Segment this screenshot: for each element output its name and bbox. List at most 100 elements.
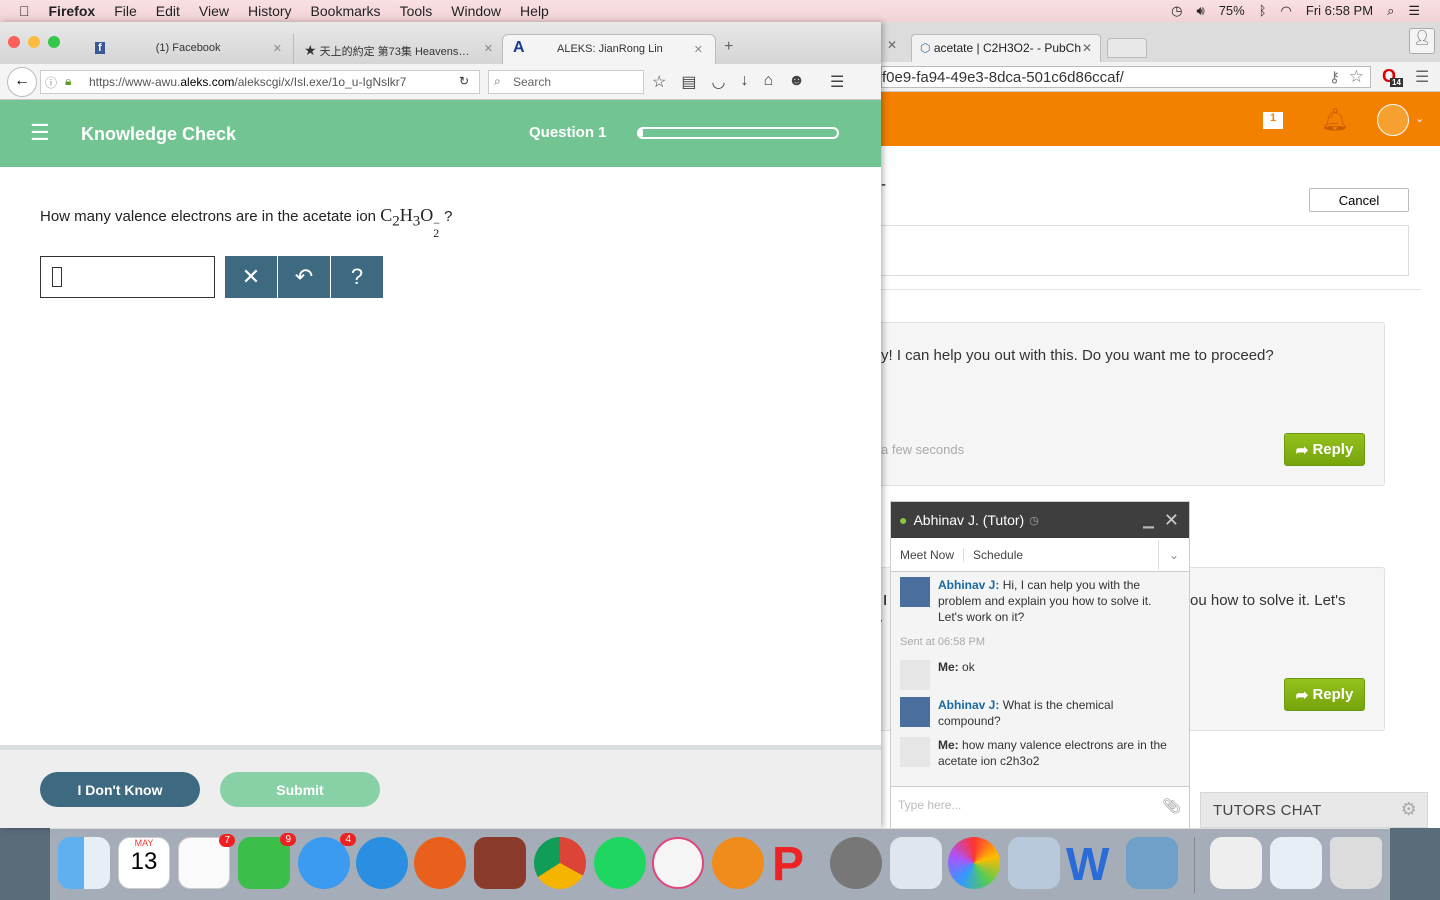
- download-icon[interactable]: ↓: [740, 72, 748, 92]
- mail-icon[interactable]: [1008, 837, 1060, 889]
- tab-close-icon[interactable]: ✕: [887, 38, 897, 52]
- key-icon[interactable]: ⚷: [1329, 68, 1340, 86]
- new-tab-button[interactable]: [1107, 38, 1147, 58]
- undo-button[interactable]: ↶: [278, 256, 330, 298]
- bluetooth-icon[interactable]: ᛒ: [1259, 3, 1267, 19]
- photos-icon[interactable]: [948, 837, 1000, 889]
- meet-now-button[interactable]: Meet Now: [891, 547, 965, 562]
- notification-center-icon[interactable]: ☰: [1408, 3, 1420, 19]
- chat-input[interactable]: Type here... 📎︎: [891, 786, 1189, 828]
- help-button[interactable]: ?: [331, 256, 383, 298]
- tab-facebook[interactable]: f (1) Facebook ✕: [85, 34, 292, 64]
- menu-bookmarks[interactable]: Bookmarks: [311, 3, 381, 19]
- safari-icon[interactable]: [356, 837, 408, 889]
- documents-stack-icon[interactable]: [1270, 837, 1322, 889]
- volume-icon[interactable]: 🔊︎: [1196, 3, 1204, 19]
- submit-button[interactable]: Submit: [220, 772, 380, 807]
- schedule-button[interactable]: Schedule: [964, 548, 1032, 562]
- user-avatar[interactable]: [1377, 104, 1409, 136]
- time-machine-icon[interactable]: ◷: [1171, 3, 1182, 19]
- menu-help[interactable]: Help: [520, 3, 549, 19]
- menu-icon[interactable]: ☰: [830, 72, 844, 92]
- apple-icon[interactable]: : [19, 3, 30, 19]
- pocket-icon[interactable]: ◡: [711, 72, 725, 92]
- menu-window[interactable]: Window: [451, 3, 501, 19]
- home-icon[interactable]: ⌂: [763, 72, 773, 92]
- tab-close-icon[interactable]: ✕: [1082, 41, 1092, 55]
- image-capture-icon[interactable]: [1126, 837, 1178, 889]
- calendar-day: 13: [130, 848, 158, 875]
- preview-icon[interactable]: [890, 837, 942, 889]
- wifi-icon[interactable]: ◠: [1281, 3, 1292, 19]
- menu-edit[interactable]: Edit: [156, 3, 180, 19]
- chevron-down-icon[interactable]: ⌄: [1415, 112, 1424, 125]
- chrome-address-bar[interactable]: f0e9-fa94-49e3-8dca-501c6d86ccaf/ ⚷ ☆: [881, 66, 1371, 88]
- reply-button[interactable]: ➦ Reply: [1284, 433, 1365, 466]
- minimize-icon[interactable]: ▁: [1143, 512, 1154, 529]
- hello-icon[interactable]: ☻: [788, 72, 805, 92]
- clock[interactable]: Fri 6:58 PM: [1306, 3, 1373, 19]
- menu-app[interactable]: Firefox: [49, 3, 96, 19]
- messages-icon[interactable]: 1: [1263, 112, 1283, 129]
- tab-video[interactable]: ★ 天上的約定 第73集 Heavens… ✕: [293, 34, 501, 64]
- photo-booth-icon[interactable]: [474, 837, 526, 889]
- calendar-icon[interactable]: MAY 13: [118, 837, 170, 889]
- gear-icon[interactable]: ⚙: [1401, 799, 1417, 820]
- spotlight-icon[interactable]: ⌕: [1387, 3, 1394, 19]
- dont-know-button[interactable]: I Don't Know: [40, 772, 200, 807]
- close-window-button[interactable]: [8, 36, 20, 48]
- finder-icon[interactable]: [58, 837, 110, 889]
- reload-icon[interactable]: ↻: [459, 74, 469, 88]
- reminders-icon[interactable]: 7: [178, 834, 235, 889]
- wps-icon[interactable]: P: [772, 837, 824, 891]
- tab-close-icon[interactable]: ✕: [273, 42, 282, 55]
- reply-button[interactable]: ➦ Reply: [1284, 678, 1365, 711]
- close-icon[interactable]: ✕: [1164, 510, 1179, 531]
- attachment-icon[interactable]: 📎︎: [1162, 797, 1181, 815]
- facetime-icon[interactable]: 9: [238, 833, 296, 889]
- zoom-window-button[interactable]: [48, 36, 60, 48]
- tab-pubchem[interactable]: ⬡ acetate | C2H3O2- - PubCh ✕: [911, 34, 1101, 62]
- user-avatar: [900, 660, 930, 690]
- info-icon[interactable]: ⓘ: [45, 74, 57, 91]
- itunes-icon[interactable]: [652, 837, 704, 889]
- chevron-down-icon[interactable]: ⌄: [1157, 539, 1189, 570]
- new-tab-button[interactable]: +: [724, 38, 733, 56]
- tab-aleks[interactable]: A ALEKS: JianRong Lin ✕: [502, 34, 716, 64]
- hamburger-icon[interactable]: ☰: [30, 120, 50, 146]
- tutors-chat-bar[interactable]: TUTORS CHAT ⚙: [1200, 792, 1428, 828]
- spotify-icon[interactable]: [594, 837, 646, 889]
- minimize-window-button[interactable]: [28, 36, 40, 48]
- ibooks-icon[interactable]: [712, 837, 764, 889]
- chrome-icon[interactable]: [534, 837, 586, 889]
- back-button[interactable]: ←: [7, 67, 37, 97]
- search-input[interactable]: ⌕ Search: [488, 70, 644, 94]
- tab-close-icon[interactable]: ✕: [484, 42, 493, 55]
- tutor-chat-window: ● Abhinav J. (Tutor) ◷ ▁ ✕ Meet Now Sche…: [890, 501, 1190, 828]
- reading-list-icon[interactable]: ▤: [681, 72, 696, 92]
- bookmark-star-icon[interactable]: ☆: [652, 72, 666, 92]
- menu-file[interactable]: File: [114, 3, 137, 19]
- downloads-stack-icon[interactable]: [1210, 837, 1262, 889]
- chrome-menu-icon[interactable]: ☰: [1415, 67, 1429, 87]
- trash-icon[interactable]: [1330, 837, 1382, 889]
- profile-icon[interactable]: 👤︎: [1409, 28, 1435, 54]
- firefox-icon[interactable]: [414, 837, 466, 889]
- star-icon[interactable]: ☆: [1349, 67, 1364, 87]
- answer-input[interactable]: [40, 256, 215, 298]
- word-icon[interactable]: W: [1066, 837, 1118, 890]
- menu-view[interactable]: View: [199, 3, 229, 19]
- system-preferences-icon[interactable]: [830, 837, 882, 889]
- clear-button[interactable]: ✕: [225, 256, 277, 298]
- messages-app-icon[interactable]: 4: [298, 833, 356, 889]
- cancel-button[interactable]: Cancel: [1309, 188, 1409, 212]
- answer-editor[interactable]: [881, 225, 1409, 276]
- url-bar[interactable]: ⓘ 🔒︎ https://www-awu.aleks.com/alekscgi/…: [40, 70, 480, 94]
- opera-extension-icon[interactable]: O 14: [1382, 66, 1403, 88]
- tab-close-icon[interactable]: ✕: [694, 43, 703, 56]
- bell-icon[interactable]: 🔔︎: [1321, 107, 1349, 133]
- battery-percent[interactable]: 75%: [1219, 3, 1245, 19]
- menu-history[interactable]: History: [248, 3, 292, 19]
- share-icon: ➦: [1295, 441, 1313, 459]
- menu-tools[interactable]: Tools: [400, 3, 433, 19]
